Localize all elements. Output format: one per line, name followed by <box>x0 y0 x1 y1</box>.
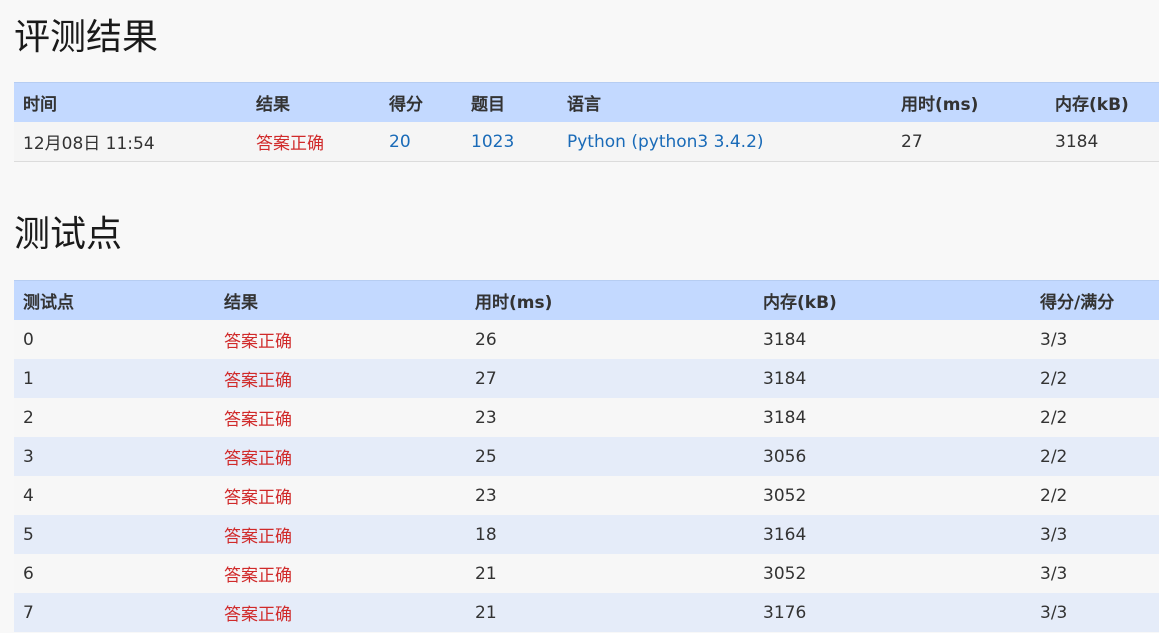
case-memory: 3184 <box>763 407 807 428</box>
case-memory: 3052 <box>763 563 807 584</box>
case-time: 23 <box>475 485 497 506</box>
case-score: 3/3 <box>1040 329 1068 350</box>
case-status: 答案正确 <box>224 527 292 547</box>
result-score-link[interactable]: 20 <box>380 122 462 162</box>
case-id: 1 <box>23 368 34 389</box>
case-status: 答案正确 <box>224 488 292 508</box>
col-header-status: 结果 <box>247 82 380 122</box>
col-header-case-time: 用时(ms) <box>466 280 754 320</box>
page: 评测结果 时间 结果 得分 题目 语言 用时(ms) 内存(kB) 12月08日… <box>0 0 1159 633</box>
case-id: 6 <box>23 563 34 584</box>
case-row: 5 答案正确 18 3164 3/3 <box>14 515 1159 554</box>
case-id: 3 <box>23 446 34 467</box>
result-time: 12月08日 11:54 <box>23 134 155 154</box>
case-status: 答案正确 <box>224 332 292 352</box>
case-score: 3/3 <box>1040 563 1068 584</box>
case-memory: 3056 <box>763 446 807 467</box>
case-memory: 3184 <box>763 368 807 389</box>
case-status: 答案正确 <box>224 605 292 625</box>
case-time: 26 <box>475 329 497 350</box>
col-header-time-ms: 用时(ms) <box>892 82 1046 122</box>
case-memory: 3176 <box>763 602 807 623</box>
case-row: 6 答案正确 21 3052 3/3 <box>14 554 1159 593</box>
case-row: 2 答案正确 23 3184 2/2 <box>14 398 1159 437</box>
case-row: 3 答案正确 25 3056 2/2 <box>14 437 1159 476</box>
case-memory: 3184 <box>763 329 807 350</box>
case-time: 27 <box>475 368 497 389</box>
cases-header-row: 测试点 结果 用时(ms) 内存(kB) 得分/满分 <box>14 280 1159 320</box>
case-id: 2 <box>23 407 34 428</box>
case-row: 0 答案正确 26 3184 3/3 <box>14 320 1159 359</box>
case-row: 7 答案正确 21 3176 3/3 <box>14 593 1159 632</box>
result-header-row: 时间 结果 得分 题目 语言 用时(ms) 内存(kB) <box>14 82 1159 122</box>
case-id: 4 <box>23 485 34 506</box>
case-score: 3/3 <box>1040 524 1068 545</box>
case-status: 答案正确 <box>224 410 292 430</box>
case-score: 2/2 <box>1040 485 1068 506</box>
case-time: 23 <box>475 407 497 428</box>
result-time-ms: 27 <box>901 131 923 152</box>
case-time: 21 <box>475 563 497 584</box>
case-row: 4 答案正确 23 3052 2/2 <box>14 476 1159 515</box>
result-section-title: 评测结果 <box>14 17 159 58</box>
case-score: 2/2 <box>1040 368 1068 389</box>
case-row: 1 答案正确 27 3184 2/2 <box>14 359 1159 398</box>
result-row: 12月08日 11:54 答案正确 20 1023 Python (python… <box>14 122 1159 162</box>
col-header-memory: 内存(kB) <box>1046 82 1159 122</box>
col-header-case-status: 结果 <box>215 280 466 320</box>
result-problem-link[interactable]: 1023 <box>462 122 558 162</box>
col-header-language: 语言 <box>558 82 892 122</box>
case-id: 0 <box>23 329 34 350</box>
col-header-case-memory: 内存(kB) <box>754 280 1031 320</box>
case-memory: 3164 <box>763 524 807 545</box>
result-status: 答案正确 <box>256 134 324 154</box>
col-header-time: 时间 <box>14 82 247 122</box>
case-time: 18 <box>475 524 497 545</box>
result-memory: 3184 <box>1055 131 1099 152</box>
case-status: 答案正确 <box>224 566 292 586</box>
case-time: 21 <box>475 602 497 623</box>
case-time: 25 <box>475 446 497 467</box>
result-table: 时间 结果 得分 题目 语言 用时(ms) 内存(kB) 12月08日 11:5… <box>14 82 1159 162</box>
case-memory: 3052 <box>763 485 807 506</box>
case-id: 7 <box>23 602 34 623</box>
cases-section-title: 测试点 <box>14 214 123 255</box>
case-status: 答案正确 <box>224 449 292 469</box>
col-header-problem: 题目 <box>462 82 558 122</box>
cases-table: 测试点 结果 用时(ms) 内存(kB) 得分/满分 0 答案正确 26 318… <box>14 280 1159 632</box>
case-score: 2/2 <box>1040 407 1068 428</box>
result-language-link[interactable]: Python (python3 3.4.2) <box>558 122 892 162</box>
col-header-case-score: 得分/满分 <box>1031 280 1159 320</box>
case-id: 5 <box>23 524 34 545</box>
col-header-score: 得分 <box>380 82 462 122</box>
col-header-case: 测试点 <box>14 280 215 320</box>
case-status: 答案正确 <box>224 371 292 391</box>
case-score: 2/2 <box>1040 446 1068 467</box>
case-score: 3/3 <box>1040 602 1068 623</box>
